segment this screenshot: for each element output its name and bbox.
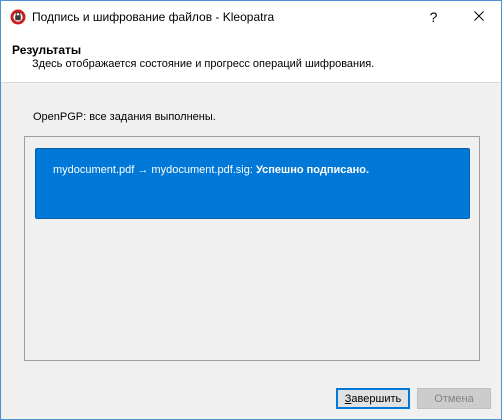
close-icon: [473, 10, 484, 24]
cancel-button[interactable]: Отмена: [417, 388, 491, 409]
window-title: Подпись и шифрование файлов - Kleopatra: [32, 10, 275, 24]
dialog-window: Подпись и шифрование файлов - Kleopatra …: [0, 0, 502, 420]
cancel-button-label: Отмена: [434, 392, 474, 405]
result-status: Успешно подписано.: [256, 164, 370, 176]
result-item[interactable]: mydocument.pdf → mydocument.pdf.sig: Усп…: [35, 148, 470, 219]
page-subtitle: Здесь отображается состояние и прогресс …: [32, 58, 375, 70]
close-button[interactable]: [456, 1, 501, 33]
overall-status-text: OpenPGP: все задания выполнены.: [33, 111, 216, 123]
title-bar: Подпись и шифрование файлов - Kleopatra …: [1, 1, 501, 33]
help-icon: ?: [429, 9, 438, 25]
wizard-header: Результаты Здесь отображается состояние …: [1, 33, 501, 83]
help-button[interactable]: ?: [411, 1, 456, 33]
results-list[interactable]: mydocument.pdf → mydocument.pdf.sig: Усп…: [24, 136, 480, 361]
finish-button[interactable]: Завершить: [336, 388, 410, 409]
finish-button-mnemonic: З: [344, 392, 352, 405]
page-title: Результаты: [12, 43, 82, 57]
result-files: mydocument.pdf → mydocument.pdf.sig:: [53, 164, 253, 176]
kleopatra-app-icon: [10, 9, 26, 25]
finish-button-label: авершить: [351, 392, 402, 405]
